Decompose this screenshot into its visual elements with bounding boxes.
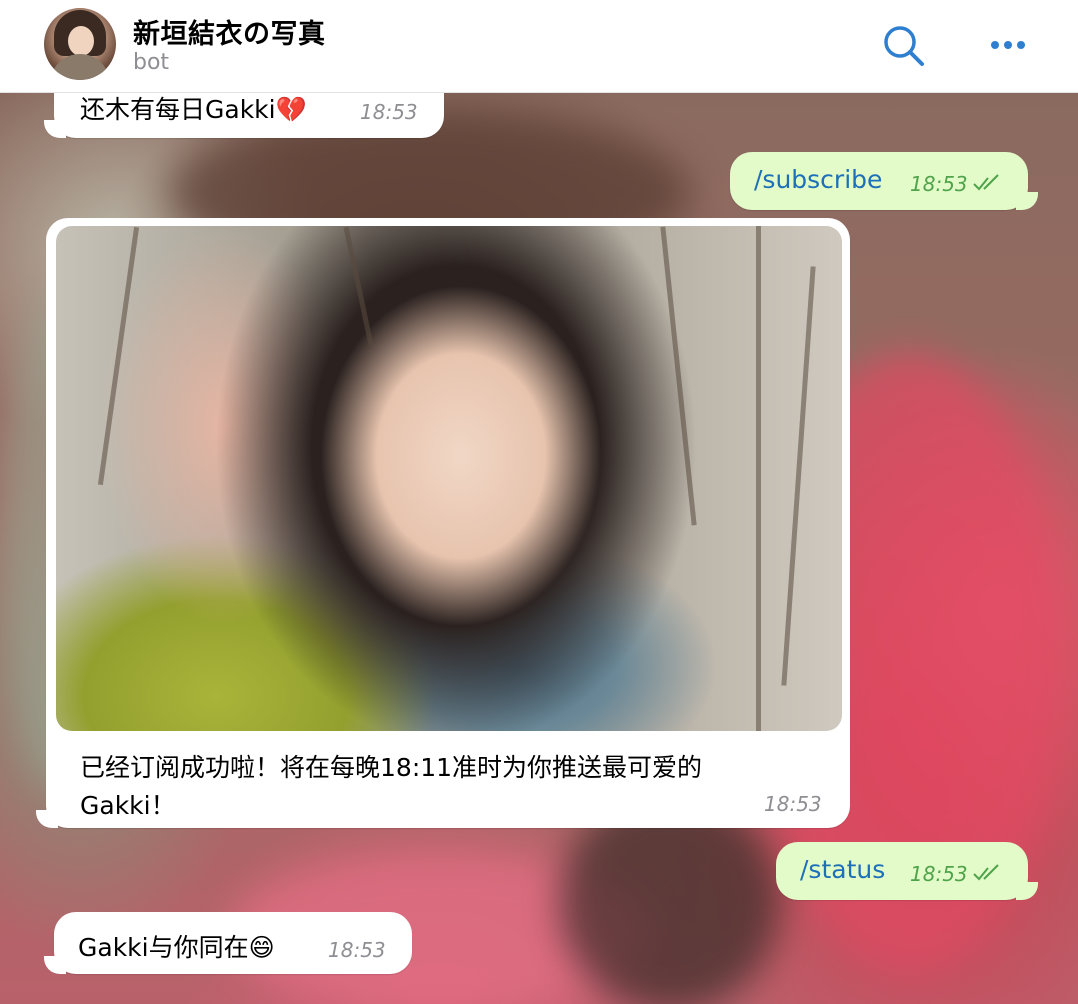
chat-subtitle: bot	[133, 50, 170, 75]
message-bubble-outgoing[interactable]: /status 18:53	[776, 842, 1038, 900]
message-text: /subscribe	[754, 165, 883, 194]
message-time: 18:53	[910, 862, 968, 886]
search-icon[interactable]	[880, 22, 928, 70]
photo-message[interactable]: 已经订阅成功啦！将在每晚18:11准时为你推送最可爱的 Gakki！ 18:53	[36, 218, 850, 828]
chat-title[interactable]: 新垣結衣の写真	[133, 12, 326, 51]
double-check-icon	[973, 174, 999, 191]
photo-caption-line-1: 已经订阅成功啦！将在每晚18:11准时为你推送最可爱的	[80, 753, 703, 782]
message-text: 还木有每日Gakki💔	[80, 95, 307, 124]
message-text: Gakki与你同在😄	[78, 933, 275, 962]
photo-caption-line-2: Gakki！	[80, 791, 176, 820]
message-time: 18:53	[360, 100, 418, 124]
more-icon[interactable]	[986, 30, 1030, 60]
message-bubble-incoming[interactable]: Gakki与你同在😄 18:53	[44, 912, 412, 974]
message-text: /status	[800, 855, 886, 884]
message-time: 18:53	[328, 938, 386, 962]
message-time: 18:53	[764, 792, 822, 816]
chat-header: 新垣結衣の写真 bot	[0, 0, 1078, 93]
message-bubble-outgoing[interactable]: /subscribe 18:53	[730, 152, 1038, 210]
double-check-icon	[973, 864, 999, 881]
message-time: 18:53	[910, 172, 968, 196]
avatar[interactable]	[44, 8, 116, 80]
message-photo[interactable]	[56, 226, 842, 731]
